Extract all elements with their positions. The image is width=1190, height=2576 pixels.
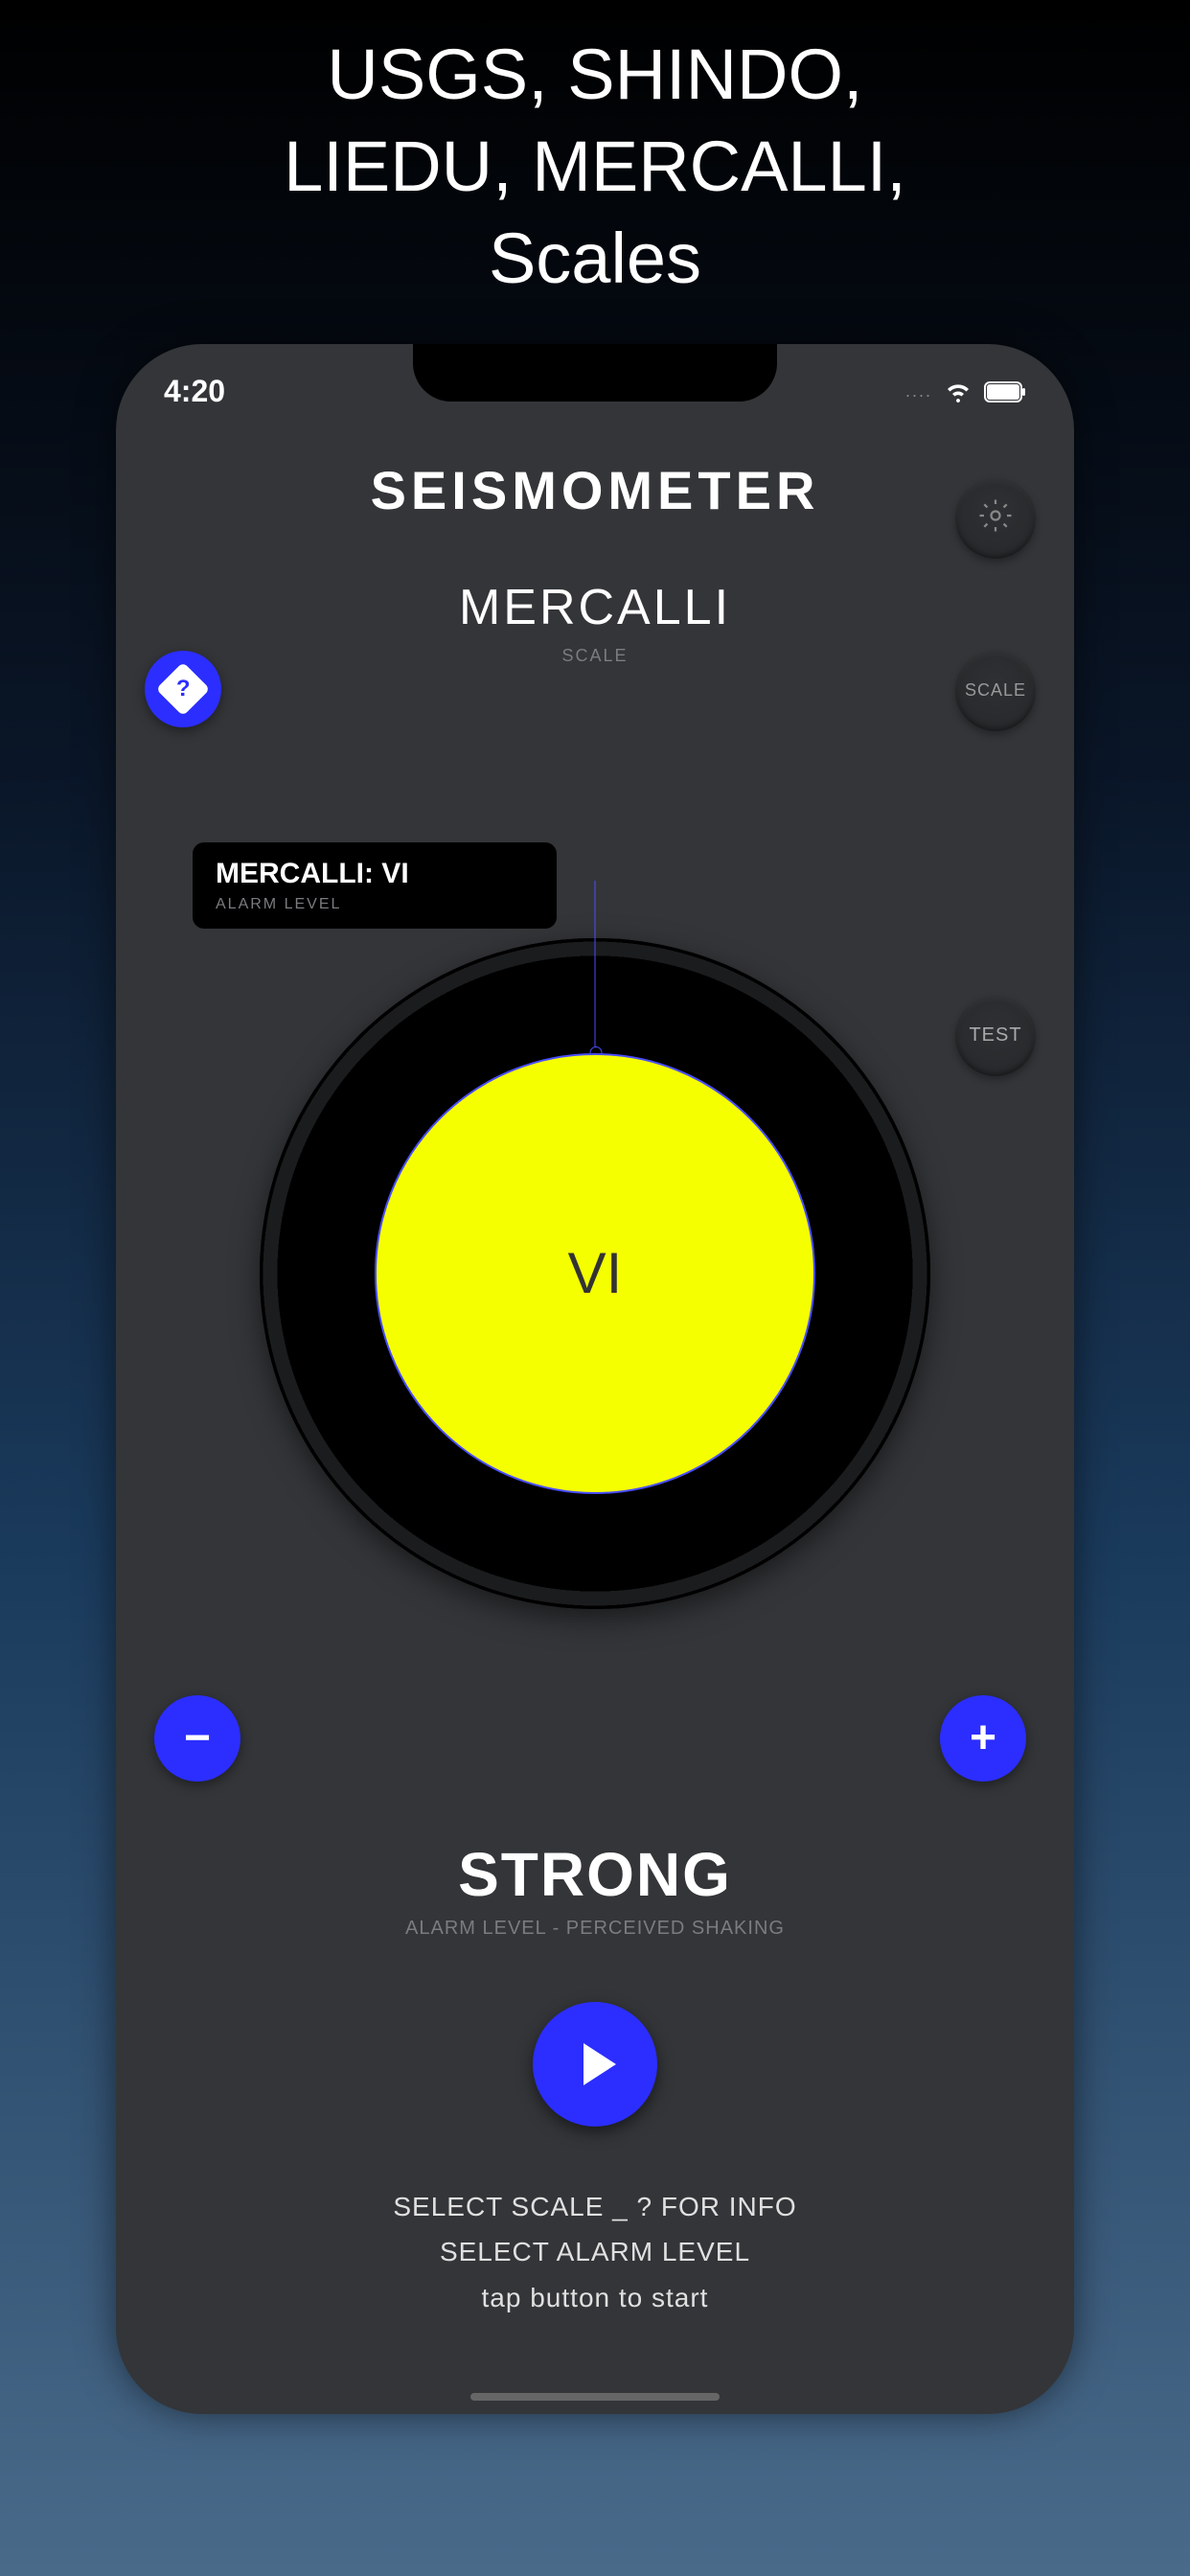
dial-connector-line [595, 881, 596, 1053]
status-time: 4:20 [164, 374, 225, 409]
severity-sublabel: ALARM LEVEL - PERCEIVED SHAKING [116, 1918, 1074, 1940]
app-title: SEISMOMETER [116, 459, 1074, 521]
dial[interactable]: VI [260, 938, 930, 1609]
instruction-line-3: tap button to start [116, 2275, 1074, 2321]
battery-icon [984, 381, 1026, 402]
plus-button[interactable]: + [940, 1695, 1026, 1782]
help-button[interactable]: ? [145, 651, 221, 727]
play-icon [584, 2043, 616, 2085]
scale-section: MERCALLI SCALE [116, 579, 1074, 666]
scale-selector-button[interactable]: SCALE [955, 651, 1036, 731]
home-indicator[interactable] [470, 2393, 720, 2401]
scale-name: MERCALLI [116, 579, 1074, 636]
alarm-label-title: MERCALLI: VI [216, 858, 534, 890]
cellular-dots-icon: .... [905, 381, 932, 402]
dial-center: VI [375, 1053, 815, 1494]
alarm-label-box: MERCALLI: VI ALARM LEVEL [193, 842, 557, 929]
test-button[interactable]: TEST [955, 996, 1036, 1076]
gear-icon [978, 498, 1013, 538]
severity-label: STRONG [116, 1839, 1074, 1910]
scale-sublabel: SCALE [116, 646, 1074, 666]
phone-frame: 4:20 .... SEISMOMETER MERCALLI SCALE ? S… [116, 344, 1074, 2414]
minus-icon: − [184, 1715, 211, 1761]
severity-section: STRONG ALARM LEVEL - PERCEIVED SHAKING [116, 1839, 1074, 1940]
wifi-icon [944, 380, 973, 403]
settings-button[interactable] [955, 478, 1036, 559]
plus-icon: + [970, 1715, 996, 1761]
alarm-label-sub: ALARM LEVEL [216, 896, 534, 913]
instruction-line-2: SELECT ALARM LEVEL [116, 2229, 1074, 2275]
promo-title: USGS, SHINDO, LIEDU, MERCALLI, Scales [284, 29, 906, 306]
instruction-line-1: SELECT SCALE _ ? FOR INFO [116, 2184, 1074, 2230]
dial-container: MERCALLI: VI ALARM LEVEL VI [116, 823, 1074, 1686]
dial-value: VI [568, 1240, 623, 1306]
minus-button[interactable]: − [154, 1695, 240, 1782]
notch [413, 344, 777, 402]
instructions: SELECT SCALE _ ? FOR INFO SELECT ALARM L… [116, 2184, 1074, 2321]
help-diamond-icon: ? [156, 661, 211, 716]
play-button[interactable] [533, 2002, 657, 2127]
